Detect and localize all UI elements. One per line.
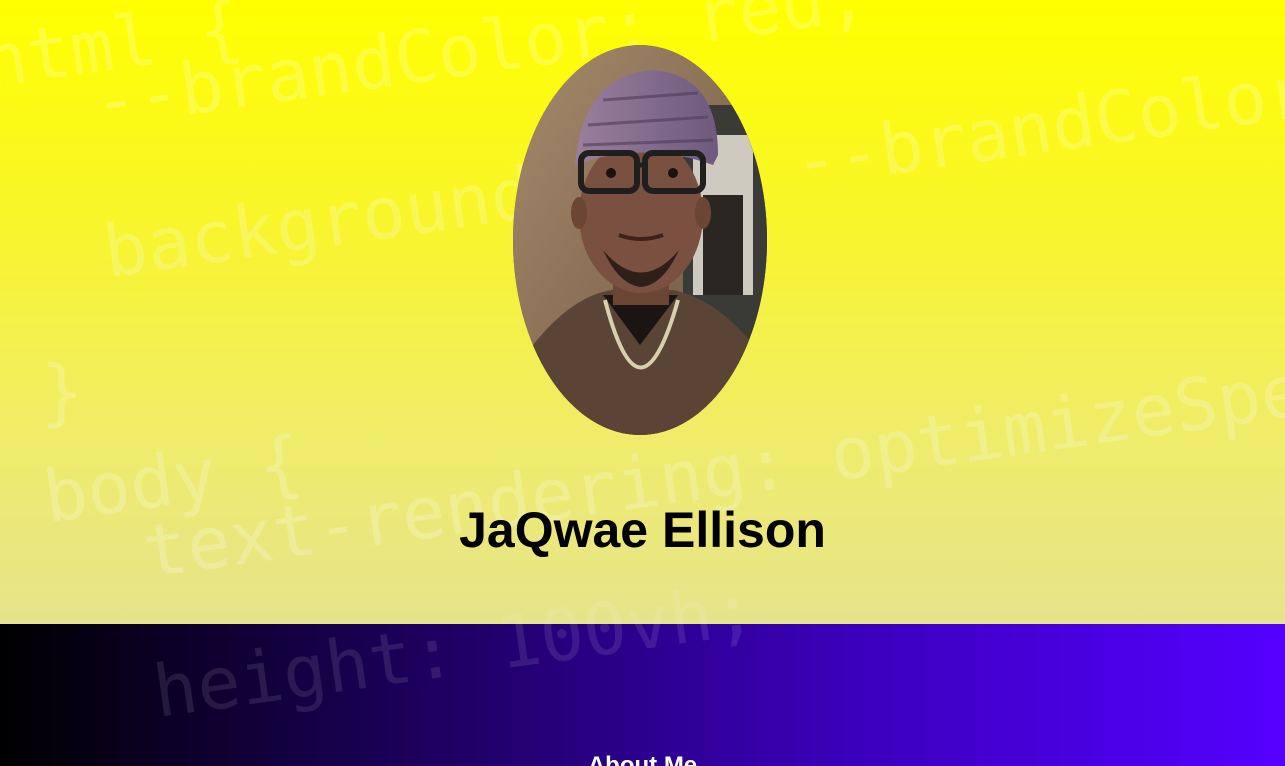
- about-heading: About Me: [587, 752, 698, 766]
- portrait-illustration: [513, 45, 767, 435]
- profile-page: html { --brandColor: red; --brandColor b…: [0, 0, 1285, 766]
- profile-photo: [513, 45, 767, 435]
- about-section: [0, 624, 1285, 766]
- profile-name: JaQwae Ellison: [459, 502, 826, 558]
